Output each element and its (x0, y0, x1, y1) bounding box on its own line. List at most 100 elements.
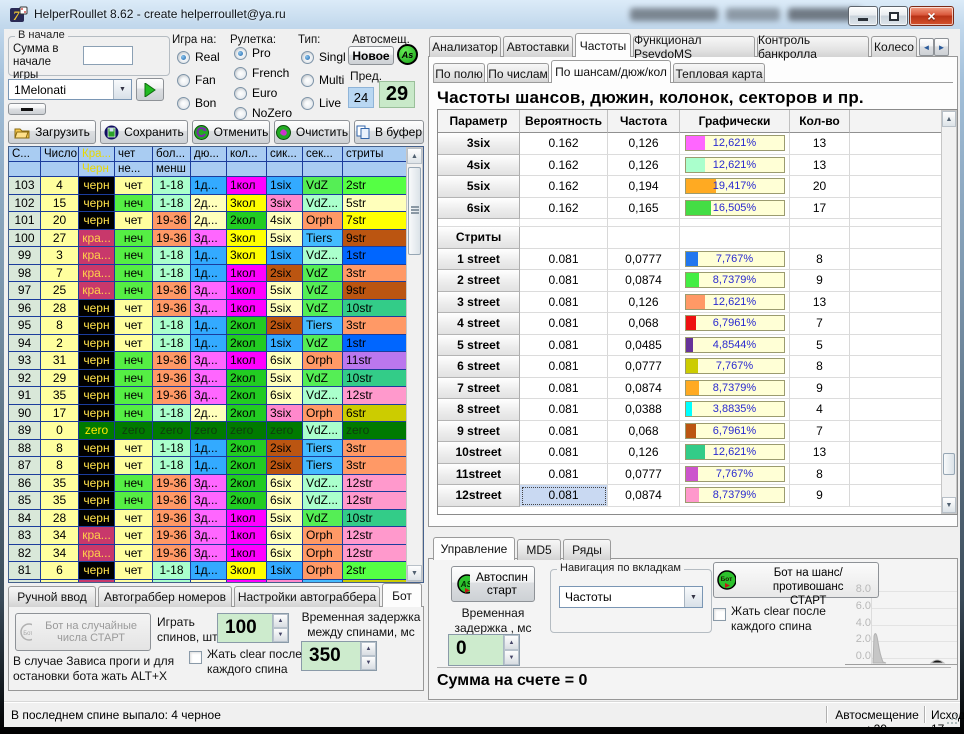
grid-cell[interactable]: 1д... (191, 247, 227, 265)
grid-cell[interactable]: Orph (303, 545, 343, 563)
grid-cell[interactable]: 3str (343, 265, 408, 283)
grid-cell[interactable]: 2кол (227, 475, 267, 493)
freq-prob-cell[interactable]: 0.081 (520, 249, 608, 271)
freq-freq-cell[interactable]: 0,126 (608, 442, 680, 464)
grid-cell[interactable]: 1д... (191, 177, 227, 195)
grid-cell[interactable]: 12str (343, 387, 408, 405)
grid-cell[interactable]: 1str (343, 247, 408, 265)
freq-param-cell[interactable]: 6 street (438, 356, 520, 378)
grid-cell[interactable]: VdZ... (303, 492, 343, 510)
tab-analyzer[interactable]: Анализатор (429, 36, 501, 57)
grid-cell[interactable]: VdZ... (303, 475, 343, 493)
grid-header-cell[interactable]: менш (153, 162, 191, 177)
grid-cell[interactable]: 1д... (191, 317, 227, 335)
grid-cell[interactable]: 17 (41, 405, 79, 423)
grid-cell[interactable]: неч (115, 247, 153, 265)
grid-cell[interactable]: 20 (41, 212, 79, 230)
undo-button[interactable]: Отменить (192, 120, 270, 144)
grid-cell[interactable]: 2д... (191, 195, 227, 213)
grid-row[interactable]: 9229черннеч19-363д...2кол5sixVdZ10str (9, 370, 423, 388)
grid-cell[interactable]: 3д... (191, 370, 227, 388)
grid-cell[interactable]: неч (115, 387, 153, 405)
new-button[interactable]: Новое (348, 46, 394, 65)
freq-graph-cell[interactable]: 6,7961% (680, 313, 790, 335)
grid-header-cell[interactable] (41, 162, 79, 177)
freq-graph-cell[interactable]: 8,7379% (680, 378, 790, 400)
grid-cell[interactable]: 2str (343, 177, 408, 195)
radio-bon[interactable]: Bon (177, 96, 216, 110)
grid-cell[interactable]: 6six (267, 545, 303, 563)
freq-freq-cell[interactable]: 0,0485 (608, 335, 680, 357)
freq-param-cell[interactable]: 3six (438, 133, 520, 155)
grid-cell[interactable]: 1-18 (153, 405, 191, 423)
freq-param-cell[interactable]: 12street (438, 485, 520, 507)
scroll-up-icon[interactable]: ▲ (407, 148, 422, 164)
grid-cell[interactable]: 1д... (191, 335, 227, 353)
grid-cell[interactable]: черн (79, 405, 115, 423)
grid-cell[interactable]: 3д... (191, 300, 227, 318)
freq-count-cell[interactable]: 13 (790, 155, 850, 177)
grid-header-cell[interactable] (267, 162, 303, 177)
grid-cell[interactable]: 34 (41, 545, 79, 563)
grid-cell[interactable]: 2 (41, 335, 79, 353)
freq-graph-cell[interactable]: 7,767% (680, 249, 790, 271)
grid-cell[interactable]: 2кол (227, 317, 267, 335)
grid-cell[interactable]: неч (115, 405, 153, 423)
grid-cell[interactable]: 5six (267, 370, 303, 388)
scroll-down-icon[interactable]: ▼ (942, 497, 956, 513)
chance-bot-start-button[interactable]: Бот Бот на шанс/противошанс СТАРТ (713, 562, 879, 598)
grid-cell[interactable]: 5six (267, 300, 303, 318)
grid-cell[interactable]: 11str (343, 352, 408, 370)
grid-row[interactable]: 10120чернчет19-362д...2кол4sixOrph7str (9, 212, 423, 230)
grid-cell[interactable]: 8 (41, 317, 79, 335)
grid-cell[interactable]: Orph (303, 212, 343, 230)
freq-count-cell[interactable]: 13 (790, 442, 850, 464)
grid-cell[interactable]: 19-36 (153, 527, 191, 545)
grid-cell[interactable]: 12str (343, 527, 408, 545)
freq-freq-cell[interactable]: 0,0777 (608, 464, 680, 486)
chevron-down-icon[interactable]: ▼ (684, 587, 702, 607)
grid-cell[interactable]: 1six (267, 177, 303, 195)
freq-count-cell[interactable]: 4 (790, 399, 850, 421)
subtab-by-field[interactable]: По полю (433, 63, 485, 83)
grid-cell[interactable]: черн (79, 457, 115, 475)
grid-cell[interactable]: 6six (267, 475, 303, 493)
radio-pro[interactable]: Pro (234, 46, 271, 60)
grid-cell[interactable]: черн (79, 510, 115, 528)
freq-param-cell[interactable]: 4 street (438, 313, 520, 335)
grid-cell[interactable]: 1кол (227, 545, 267, 563)
freq-count-cell[interactable]: 9 (790, 485, 850, 507)
grid-cell[interactable]: 3кол (227, 230, 267, 248)
radio-icon[interactable] (301, 51, 314, 64)
grid-cell[interactable]: 25 (41, 282, 79, 300)
grid-cell[interactable]: zero (153, 422, 191, 440)
freq-prob-cell[interactable]: 0.162 (520, 198, 608, 220)
resize-grip[interactable] (946, 713, 958, 725)
grid-cell[interactable]: 2кол (227, 370, 267, 388)
radio-singl[interactable]: Singl (301, 50, 346, 64)
grid-cell[interactable]: чет (115, 317, 153, 335)
grid-cell[interactable]: черн (79, 562, 115, 580)
freq-prob-cell[interactable]: 0.081 (520, 421, 608, 443)
freq-prob-cell[interactable]: 0.081 (520, 464, 608, 486)
grid-cell[interactable]: 89 (9, 422, 41, 440)
grid-cell[interactable]: кра... (79, 230, 115, 248)
tab-control[interactable]: Управление (433, 537, 515, 560)
grid-cell[interactable]: черн (79, 212, 115, 230)
grid-cell[interactable]: zero (79, 422, 115, 440)
grid-cell[interactable]: 35 (41, 492, 79, 510)
grid-cell[interactable]: 9str (343, 282, 408, 300)
freq-freq-cell[interactable]: 0,0777 (608, 356, 680, 378)
spin-up-icon[interactable]: ▲ (504, 635, 519, 650)
grid-cell[interactable]: 103 (9, 177, 41, 195)
grid-cell[interactable]: 3кол (227, 195, 267, 213)
freq-col-freq[interactable]: Частота (608, 110, 680, 133)
grid-cell[interactable]: кра... (79, 580, 115, 584)
grid-cell[interactable]: 3д... (191, 527, 227, 545)
grid-cell[interactable]: 1six (267, 247, 303, 265)
grid-cell[interactable]: 1six (267, 335, 303, 353)
grid-cell[interactable]: 31 (41, 352, 79, 370)
grid-cell[interactable]: VdZ... (303, 422, 343, 440)
grid-cell[interactable]: 87 (9, 457, 41, 475)
grid-cell[interactable]: 94 (9, 335, 41, 353)
